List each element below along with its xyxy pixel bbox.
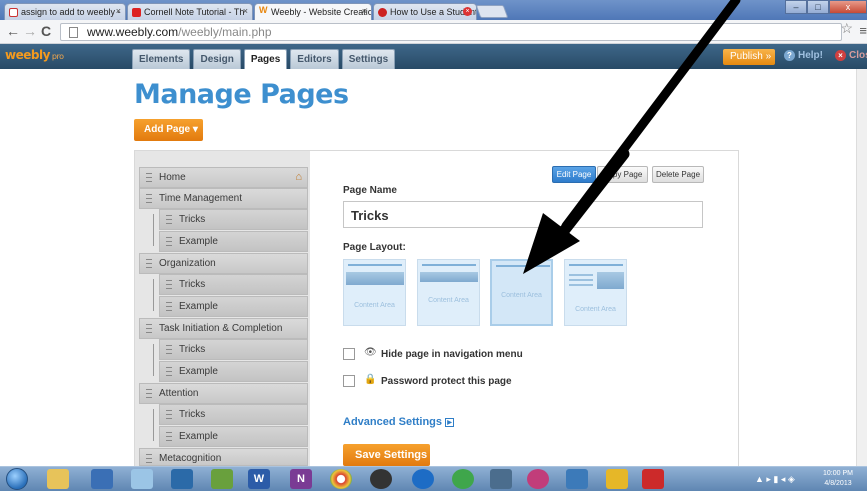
browser-tab-weebly[interactable]: W Weebly - Website Creatio × xyxy=(254,3,372,20)
close-icon[interactable]: × xyxy=(362,6,367,16)
clock-app-icon[interactable] xyxy=(370,469,392,489)
word-icon[interactable]: W xyxy=(248,469,270,489)
network-share-icon[interactable] xyxy=(566,469,588,489)
atom-app-icon[interactable] xyxy=(527,469,549,489)
smartboard-icon[interactable] xyxy=(452,469,474,489)
annotation-arrows xyxy=(523,0,741,274)
powershell-icon[interactable] xyxy=(91,469,113,489)
geogebra-icon[interactable] xyxy=(606,469,628,489)
clock-date: 4/8/2013 xyxy=(824,480,852,487)
onenote-icon[interactable]: N xyxy=(290,469,312,489)
chrome-icon[interactable] xyxy=(330,469,352,489)
windows-taskbar: W N ▲ ▸ ▮ ◂ ◈ 10:00 PM 4/8/2013 xyxy=(0,466,867,491)
file-explorer-icon[interactable] xyxy=(47,469,69,489)
acrobat-icon[interactable] xyxy=(642,469,664,489)
taskbar-clock[interactable]: 10:00 PM 4/8/2013 xyxy=(823,469,853,489)
stylus-app-icon[interactable] xyxy=(490,469,512,489)
itunes-icon[interactable] xyxy=(412,469,434,489)
clock-time: 10:00 PM xyxy=(823,470,853,477)
browser-tab-title: Weebly - Website Creatio xyxy=(271,7,372,17)
media-app-icon[interactable] xyxy=(131,469,153,489)
annotation-arrow-shaft xyxy=(554,148,630,242)
system-tray[interactable]: ▲ ▸ ▮ ◂ ◈ xyxy=(755,474,795,485)
screen: assign to add to weebly - × Cornell Note… xyxy=(0,0,867,491)
remote-desktop-icon[interactable] xyxy=(171,469,193,489)
network-app-icon[interactable] xyxy=(211,469,233,489)
weebly-icon: W xyxy=(259,5,268,15)
start-button[interactable] xyxy=(6,468,28,490)
